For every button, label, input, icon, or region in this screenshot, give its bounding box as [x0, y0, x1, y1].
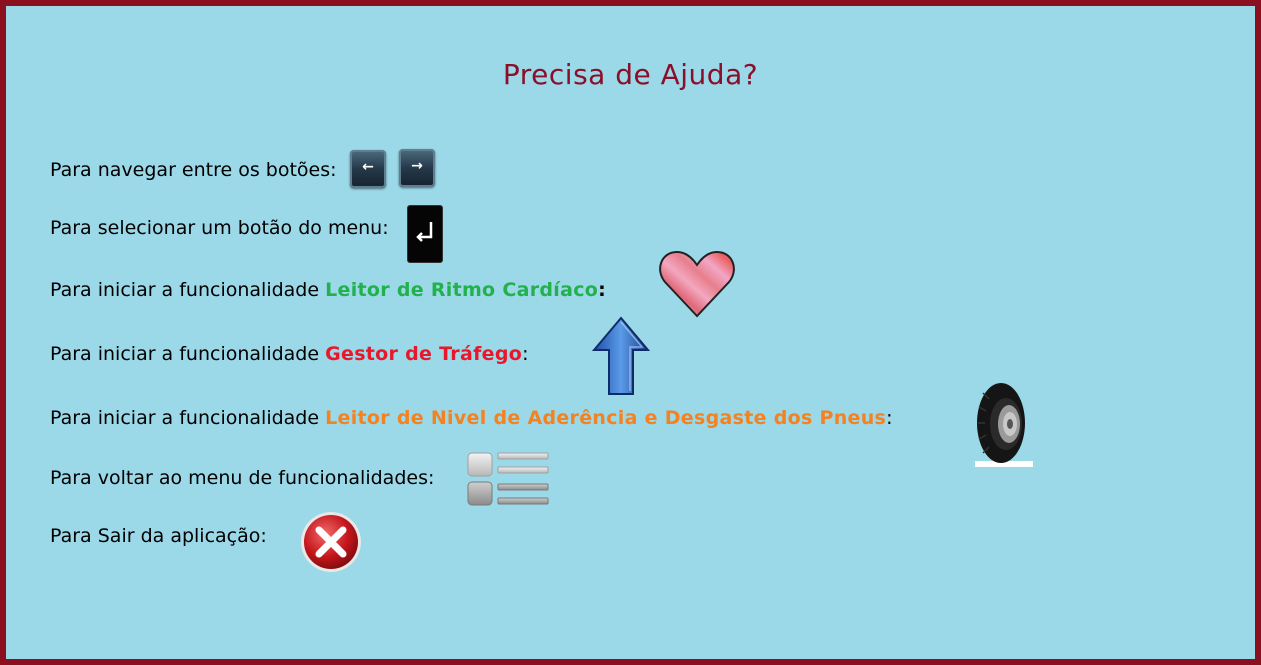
menu-list-icon [467, 452, 549, 506]
tyres-feature: Leitor de Nivel de Aderência e Desgaste … [325, 407, 887, 429]
heart-rate-feature: Leitor de Ritmo Cardíaco [325, 279, 599, 301]
heart-rate-instruction: Para iniciar a funcionalidade Leitor de … [50, 279, 606, 301]
navigate-label: Para navegar entre os botões: [50, 159, 337, 181]
tyres-suffix: : [886, 407, 893, 429]
traffic-feature: Gestor de Tráfego [325, 343, 523, 365]
select-instruction: Para selecionar um botão do menu: [50, 217, 389, 239]
select-label: Para selecionar um botão do menu: [50, 217, 389, 239]
exit-instruction: Para Sair da aplicação: [50, 525, 267, 547]
left-arrow-key-icon: ← [350, 150, 386, 188]
heart-rate-suffix: : [598, 279, 607, 301]
menu-label: Para voltar ao menu de funcionalidades: [50, 467, 435, 489]
tyres-prefix: Para iniciar a funcionalidade [50, 407, 326, 429]
tyre-icon [975, 383, 1033, 467]
page-title: Precisa de Ajuda? [502, 58, 759, 91]
right-arrow-key-icon: → [399, 149, 435, 187]
heart-icon [659, 250, 735, 318]
heart-rate-prefix: Para iniciar a funcionalidade [50, 279, 326, 301]
menu-instruction: Para voltar ao menu de funcionalidades: [50, 467, 434, 489]
traffic-prefix: Para iniciar a funcionalidade [50, 343, 326, 365]
close-icon [301, 512, 361, 572]
exit-label: Para Sair da aplicação: [50, 525, 267, 547]
enter-key-icon [408, 206, 442, 262]
traffic-suffix: : [522, 343, 529, 365]
help-window: Precisa de Ajuda? Para navegar entre os … [0, 0, 1261, 665]
navigate-instruction: Para navegar entre os botões: [50, 159, 337, 181]
traffic-instruction: Para iniciar a funcionalidade Gestor de … [50, 343, 529, 365]
tyres-instruction: Para iniciar a funcionalidade Leitor de … [50, 407, 893, 429]
up-arrow-icon [592, 316, 650, 395]
